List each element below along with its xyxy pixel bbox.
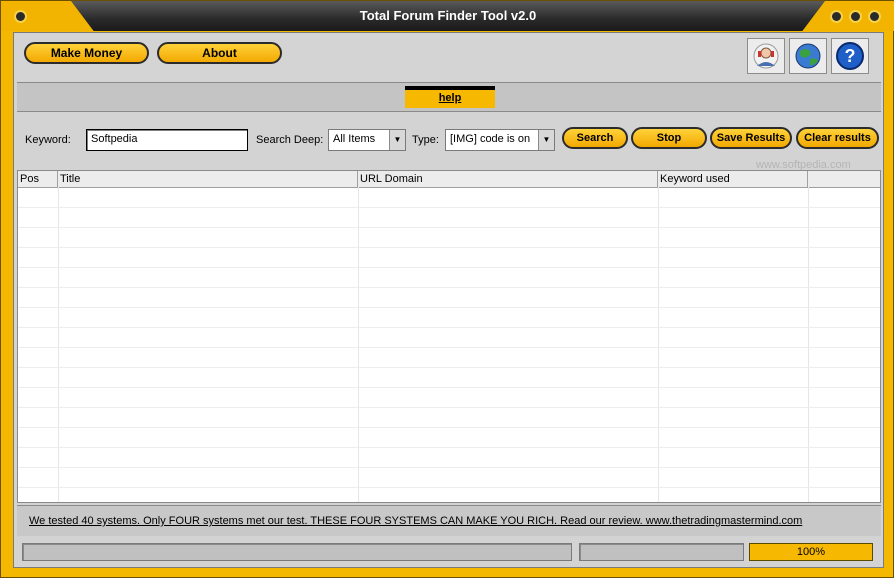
title-plate: Total Forum Finder Tool v2.0 — [71, 1, 825, 31]
globe-icon — [795, 43, 821, 69]
row-divider — [18, 347, 880, 348]
type-label: Type: — [412, 134, 439, 146]
status-panel-main — [22, 543, 572, 561]
column-header-pos[interactable]: Pos — [18, 171, 58, 187]
keyword-input[interactable]: Softpedia — [86, 129, 248, 151]
type-value: [IMG] code is on — [450, 133, 531, 145]
promo-bar: We tested 40 systems. Only FOUR systems … — [17, 505, 881, 536]
status-bar: 100% — [14, 541, 883, 565]
support-agent-icon — [753, 43, 779, 69]
search-row: Keyword: Softpedia Search Deep: All Item… — [14, 115, 883, 167]
column-header-title[interactable]: Title — [58, 171, 358, 187]
chevron-down-icon[interactable]: ▼ — [389, 130, 405, 150]
top-toolbar: Make Money About ? — [14, 33, 883, 81]
help-question-icon: ? — [836, 42, 864, 70]
clear-results-button[interactable]: Clear results — [796, 127, 879, 149]
row-divider — [18, 447, 880, 448]
row-divider — [18, 247, 880, 248]
type-select[interactable]: [IMG] code is on ▼ — [445, 129, 555, 151]
minimize-icon[interactable] — [830, 10, 843, 23]
search-button[interactable]: Search — [562, 127, 628, 149]
row-divider — [18, 427, 880, 428]
row-divider — [18, 407, 880, 408]
column-divider — [358, 187, 359, 502]
svg-text:?: ? — [845, 46, 856, 66]
client-area: Make Money About ? help Keyword: Softped… — [13, 32, 884, 568]
help-icon-button[interactable]: ? — [831, 38, 869, 74]
row-divider — [18, 487, 880, 488]
column-header-keyword[interactable]: Keyword used — [658, 171, 808, 187]
row-divider — [18, 207, 880, 208]
row-divider — [18, 467, 880, 468]
results-table[interactable]: Pos Title URL Domain Keyword used — [17, 170, 881, 503]
row-divider — [18, 307, 880, 308]
app-window: Total Forum Finder Tool v2.0 Make Money … — [0, 0, 894, 578]
chevron-down-icon[interactable]: ▼ — [538, 130, 554, 150]
row-divider — [18, 367, 880, 368]
make-money-button[interactable]: Make Money — [24, 42, 149, 64]
support-button[interactable] — [747, 38, 785, 74]
help-button[interactable]: help — [405, 86, 495, 108]
row-divider — [18, 227, 880, 228]
search-deep-value: All Items — [333, 133, 376, 145]
stop-button[interactable]: Stop — [631, 127, 707, 149]
column-header-url[interactable]: URL Domain — [358, 171, 658, 187]
column-divider — [808, 187, 809, 502]
help-bar: help — [17, 82, 881, 112]
row-divider — [18, 327, 880, 328]
promo-link[interactable]: We tested 40 systems. Only FOUR systems … — [29, 515, 802, 527]
table-header: Pos Title URL Domain Keyword used — [18, 171, 880, 188]
progress-indicator: 100% — [749, 543, 873, 561]
save-results-button[interactable]: Save Results — [710, 127, 792, 149]
search-deep-label: Search Deep: — [256, 134, 324, 146]
row-divider — [18, 267, 880, 268]
maximize-icon[interactable] — [849, 10, 862, 23]
column-divider — [58, 187, 59, 502]
about-button[interactable]: About — [157, 42, 282, 64]
row-divider — [18, 387, 880, 388]
system-menu-icon[interactable] — [14, 10, 27, 23]
status-panel-secondary — [579, 543, 744, 561]
row-divider — [18, 287, 880, 288]
close-icon[interactable] — [868, 10, 881, 23]
title-bar[interactable]: Total Forum Finder Tool v2.0 — [1, 1, 894, 31]
keyword-label: Keyword: — [25, 134, 71, 146]
web-button[interactable] — [789, 38, 827, 74]
window-title: Total Forum Finder Tool v2.0 — [359, 8, 537, 23]
search-deep-select[interactable]: All Items ▼ — [328, 129, 406, 151]
column-divider — [658, 187, 659, 502]
